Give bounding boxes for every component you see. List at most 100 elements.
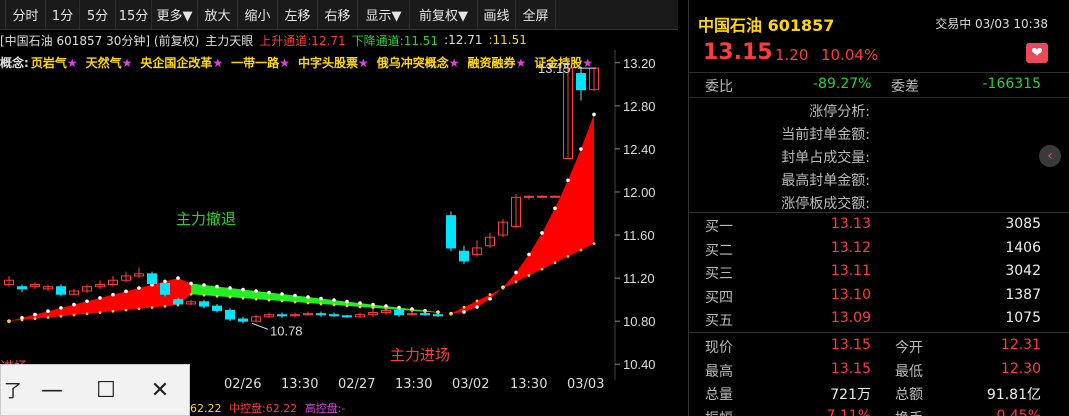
limit-row: 最高封单金额: — [689, 168, 1069, 190]
divider — [689, 72, 1069, 73]
low-price-label: 10.78 — [270, 323, 303, 338]
band-lower-dot — [358, 305, 362, 309]
band-upper-dot — [345, 299, 349, 304]
band-lower-dot — [215, 294, 219, 298]
bid-label: 买四 — [705, 289, 733, 306]
bid-volume: 3085 — [1005, 216, 1041, 232]
band-lower-dot — [293, 300, 297, 304]
divider — [689, 97, 1069, 98]
x-tick-label: 02/26 — [224, 377, 262, 392]
band-lower-dot — [189, 292, 193, 296]
value-1: :12.71 — [444, 33, 483, 47]
toolbar-button-0[interactable]: 分时 — [6, 0, 46, 30]
toolbar-button-3[interactable]: 15分 — [116, 0, 152, 30]
favorite-heart-icon[interactable]: ❤ — [1026, 43, 1048, 63]
stat-label: 最低 — [895, 363, 923, 380]
x-tick-label: 02/27 — [338, 377, 376, 392]
band-upper-dot — [540, 231, 544, 235]
band-lower-dot — [553, 261, 557, 265]
stat-row: 现价 13.15 今开 12.31 — [689, 335, 1069, 357]
band-upper-dot — [488, 297, 492, 301]
band-upper-dot — [72, 302, 76, 307]
y-tick-label: 12.80 — [623, 99, 656, 114]
band-upper-dot — [306, 295, 310, 299]
stat-value: 13.15 — [830, 360, 871, 377]
chart-title: [中国石油 601857 30分钟] (前复权) — [0, 33, 200, 48]
band-lower-dot — [475, 299, 479, 303]
bid-row[interactable]: 买三 13.11 3042 — [689, 261, 1069, 283]
toolbar-button-1[interactable]: 1分 — [46, 0, 80, 30]
close-button[interactable]: ✕ — [133, 364, 187, 416]
limit-row: 当前封单金额: — [689, 122, 1069, 144]
high-price-label: 13.15 — [538, 61, 571, 76]
band-lower-dot — [540, 267, 544, 271]
high-control-label: 高控盘:- — [304, 402, 346, 415]
x-tick-label: 13:30 — [395, 377, 433, 392]
candle-body — [56, 286, 66, 295]
band-lower-dot — [46, 316, 50, 319]
band-lower-dot — [280, 299, 284, 303]
toolbar-button-9[interactable]: 显示▼ — [358, 0, 410, 30]
bid-label: 买三 — [705, 266, 733, 282]
stat-value: 91.81亿 — [986, 387, 1041, 403]
window-title-fragment: 了 — [4, 381, 22, 402]
bid-volume: 1406 — [1005, 239, 1041, 256]
indicator-name: 主力天眼 — [205, 33, 254, 48]
toolbar-button-4[interactable]: 更多▼ — [152, 0, 198, 30]
toolbar-button-11[interactable]: 画线 — [478, 0, 516, 30]
band-upper-dot — [228, 286, 232, 290]
limit-row: 封单占成交量: — [689, 145, 1069, 167]
band-lower-dot — [345, 304, 349, 308]
candle-body — [316, 313, 326, 316]
x-tick-label: 13:30 — [281, 377, 319, 392]
y-tick-label: 11.60 — [623, 228, 655, 243]
bid-row[interactable]: 买四 13.10 1387 — [689, 285, 1069, 307]
candle-body — [459, 250, 469, 262]
band-lower-dot — [33, 317, 37, 321]
toolbar-button-12[interactable]: 全屏 — [516, 0, 556, 30]
bid-price: 13.13 — [830, 216, 871, 232]
toolbar-button-10[interactable]: 前复权▼ — [410, 0, 478, 30]
toolbar-button-5[interactable]: 放大 — [198, 0, 238, 30]
band-upper-dot — [59, 306, 63, 310]
band-upper-dot — [592, 112, 596, 117]
quote-panel: 中国石油 601857 交易中 03/03 10:38 13.15 1.20 1… — [688, 0, 1069, 416]
candle-body — [329, 314, 339, 317]
band-lower-dot — [124, 308, 128, 312]
limit-label: 最高封单金额: — [781, 173, 870, 189]
band-upper-dot — [215, 284, 219, 289]
toolbar-button-2[interactable]: 5分 — [80, 0, 116, 30]
bid-row[interactable]: 买二 13.12 1406 — [689, 238, 1069, 260]
band-upper-dot — [566, 178, 570, 183]
band-lower-dot — [137, 307, 141, 311]
low-price-marker — [251, 322, 269, 330]
minimize-button[interactable]: — — [25, 364, 79, 416]
band-lower-dot — [20, 318, 24, 322]
stat-value: 12.30 — [1000, 360, 1041, 377]
floating-window: 了 — ☐ ✕ — [0, 364, 190, 416]
band-upper-dot — [319, 296, 323, 301]
band-lower-dot — [306, 301, 310, 305]
candle-body — [199, 301, 209, 307]
candle-body — [420, 313, 430, 316]
band-upper-dot — [189, 281, 193, 286]
candle-body — [576, 73, 586, 91]
toolbar-button-8[interactable]: 右移 — [318, 0, 358, 30]
candle-body — [17, 286, 27, 290]
candle-body — [238, 318, 248, 322]
stat-value: 0.45% — [996, 407, 1041, 416]
y-tick-label: 13.20 — [623, 56, 656, 71]
band-upper-dot — [267, 290, 271, 295]
mid-control-value: 62.22 — [265, 402, 298, 415]
candle-body — [433, 314, 443, 317]
weicha-label: 委差 — [891, 79, 919, 95]
kline-chart[interactable]: 13.20 12.80 12.40 12.00 11.60 11.20 10.80 10.40… — [0, 50, 680, 380]
band-upper-dot — [475, 305, 479, 309]
toolbar-button-6[interactable]: 缩小 — [238, 0, 278, 30]
band-lower-dot — [488, 293, 492, 296]
bid-row[interactable]: 买一 13.13 3085 — [689, 214, 1069, 236]
toolbar-button-7[interactable]: 左移 — [278, 0, 318, 30]
band-lower-dot — [150, 306, 154, 309]
bid-row[interactable]: 买五 13.09 1075 — [689, 308, 1069, 330]
maximize-button[interactable]: ☐ — [79, 364, 133, 416]
